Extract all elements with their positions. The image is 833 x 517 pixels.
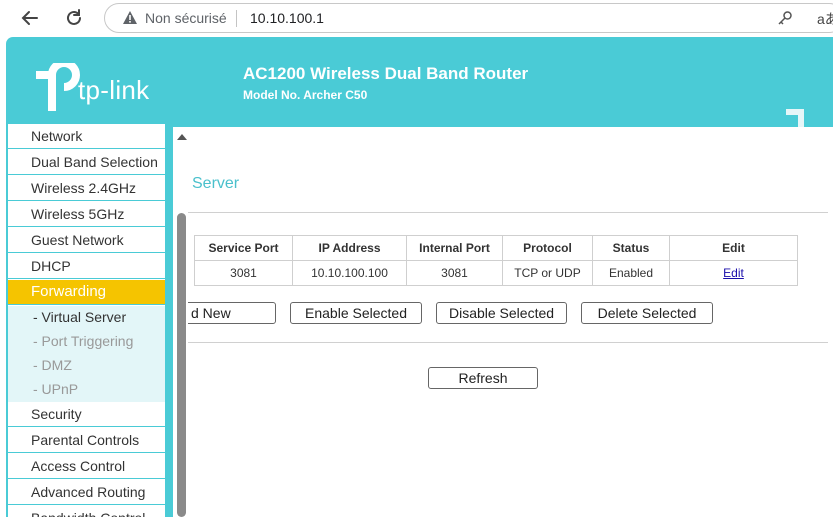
cell-edit: Edit <box>669 260 798 286</box>
back-button[interactable] <box>18 6 42 30</box>
delete-selected-button[interactable]: Delete Selected <box>581 302 713 324</box>
edit-link[interactable]: Edit <box>723 266 744 280</box>
cell-internal-port: 3081 <box>406 260 503 286</box>
column-header: Service Port <box>194 235 293 261</box>
table-row: 3081 10.10.100.100 3081 TCP or UDP Enabl… <box>194 260 798 286</box>
column-header: Status <box>592 235 670 261</box>
cell-ip-address: 10.10.100.100 <box>292 260 407 286</box>
url-text[interactable]: 10.10.100.1 <box>250 10 324 26</box>
column-header: Internal Port <box>406 235 503 261</box>
browser-toolbar: Non sécurisé 10.10.100.1 aあ <box>0 0 833 36</box>
scroll-up-arrow-icon[interactable] <box>177 134 187 140</box>
sidebar-item-wireless-5ghz[interactable]: Wireless 5GHz <box>8 202 165 227</box>
sidebar-menu: Network Dual Band Selection Wireless 2.4… <box>6 124 165 517</box>
sidebar-item-parental-controls[interactable]: Parental Controls <box>8 428 165 453</box>
sidebar-divider <box>165 127 173 517</box>
sidebar-item-guest-network[interactable]: Guest Network <box>8 228 165 253</box>
cell-service-port: 3081 <box>194 260 293 286</box>
router-header: tp-link AC1200 Wireless Dual Band Router… <box>6 37 833 127</box>
sidebar-item-wireless-24ghz[interactable]: Wireless 2.4GHz <box>8 176 165 201</box>
sidebar-item-bandwidth-control[interactable]: Bandwidth Control <box>8 506 165 517</box>
model-number: Model No. Archer C50 <box>243 88 368 102</box>
router-title: AC1200 Wireless Dual Band Router <box>243 64 529 83</box>
virtual-server-table: Service Port IP Address Internal Port Pr… <box>194 235 798 286</box>
key-icon[interactable] <box>777 10 793 31</box>
tplink-logo-icon <box>30 59 80 118</box>
reload-icon <box>67 9 81 25</box>
title-divider <box>188 212 828 213</box>
cell-protocol: TCP or UDP <box>502 260 593 286</box>
read-aloud-icon[interactable]: aあ <box>817 9 833 29</box>
refresh-button[interactable]: Refresh <box>428 367 538 389</box>
submenu-upnp[interactable]: - UPnP <box>33 381 78 397</box>
sidebar-item-access-control[interactable]: Access Control <box>8 454 165 479</box>
security-label[interactable]: Non sécurisé <box>145 10 227 26</box>
url-divider <box>236 10 237 27</box>
sidebar-item-advanced-routing[interactable]: Advanced Routing <box>8 480 165 505</box>
sidebar-item-network[interactable]: Network <box>8 124 165 149</box>
cell-status: Enabled <box>592 260 670 286</box>
submenu-dmz[interactable]: - DMZ <box>33 357 72 373</box>
sidebar-item-security[interactable]: Security <box>8 402 165 427</box>
sidebar-item-dhcp[interactable]: DHCP <box>8 254 165 279</box>
sidebar-item-forwarding[interactable]: Forwarding <box>8 280 165 305</box>
page-title: Server <box>192 175 240 192</box>
scrollbar-thumb[interactable] <box>177 213 186 517</box>
warning-icon <box>123 11 137 29</box>
header-decoration <box>786 109 804 127</box>
table-header-row: Service Port IP Address Internal Port Pr… <box>194 235 798 261</box>
enable-selected-button[interactable]: Enable Selected <box>290 302 422 324</box>
main-content: Server Service Port IP Address Internal … <box>188 127 833 517</box>
add-new-button[interactable]: d New <box>188 302 276 324</box>
column-header: Edit <box>669 235 798 261</box>
submenu-virtual-server[interactable]: - Virtual Server <box>33 309 126 325</box>
disable-selected-button[interactable]: Disable Selected <box>436 302 567 324</box>
sidebar-item-dual-band-selection[interactable]: Dual Band Selection <box>8 150 165 175</box>
column-header: Protocol <box>502 235 593 261</box>
router-page: tp-link AC1200 Wireless Dual Band Router… <box>6 37 833 517</box>
back-arrow-icon <box>21 11 38 25</box>
submenu-port-triggering[interactable]: - Port Triggering <box>33 333 133 349</box>
buttons-divider <box>188 342 828 343</box>
forwarding-submenu: - Virtual Server - Port Triggering - DMZ… <box>8 306 165 402</box>
column-header: IP Address <box>292 235 407 261</box>
reload-button[interactable] <box>62 6 86 30</box>
address-bar[interactable]: Non sécurisé 10.10.100.1 aあ <box>104 3 833 33</box>
brand-logo-text: tp-link <box>78 75 150 105</box>
